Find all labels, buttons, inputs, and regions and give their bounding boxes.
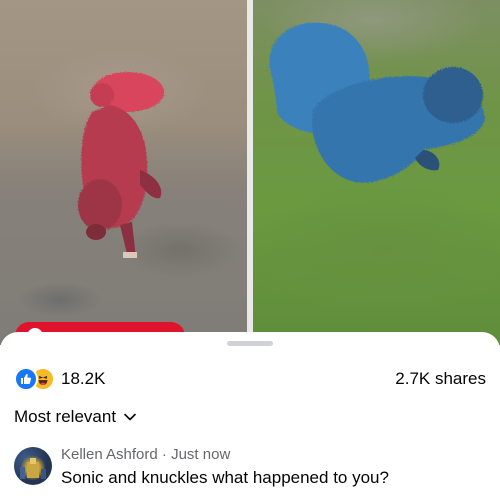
reaction-count: 18.2K: [61, 369, 106, 388]
red-squirrel-photo[interactable]: [0, 0, 247, 345]
comments-sheet: 18.2K 2.7K shares Most relevant Kellen A…: [0, 332, 500, 500]
comment-meta: Kellen Ashford · Just now: [61, 445, 230, 465]
reactions-summary[interactable]: 18.2K: [14, 367, 106, 391]
chevron-down-icon: [124, 413, 136, 421]
like-icon: [14, 367, 38, 391]
comment-text: Sonic and knuckles what happened to you?: [61, 468, 389, 487]
sheet-drag-handle[interactable]: [227, 341, 273, 346]
red-squirrel-image: [78, 72, 164, 258]
sort-label: Most relevant: [14, 407, 117, 426]
shares-count[interactable]: 2.7K shares: [395, 368, 486, 390]
meta-separator: ·: [157, 446, 172, 463]
avatar[interactable]: [14, 447, 52, 485]
post-photo-collage[interactable]: [0, 0, 500, 345]
comment-sort-dropdown[interactable]: Most relevant: [14, 406, 136, 428]
blue-squirrel-photo[interactable]: [253, 0, 500, 345]
comment-author[interactable]: Kellen Ashford: [61, 446, 158, 463]
comment-time: Just now: [171, 446, 231, 463]
comment-item[interactable]: Kellen Ashford · Just now Sonic and knuc…: [14, 445, 486, 487]
blue-squirrel-image: [269, 22, 485, 183]
